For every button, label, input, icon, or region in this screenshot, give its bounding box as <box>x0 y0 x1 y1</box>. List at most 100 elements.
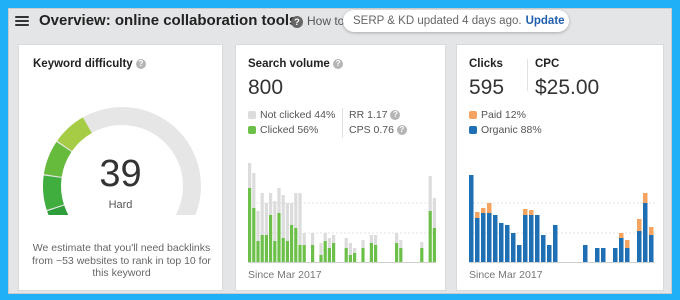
bar-organic[interactable] <box>499 223 504 263</box>
bar-clicked[interactable] <box>374 245 378 263</box>
bar-clicked[interactable] <box>281 238 285 263</box>
bar-not-clicked[interactable] <box>344 238 348 248</box>
bar-organic[interactable] <box>487 213 492 263</box>
bar-organic[interactable] <box>643 203 648 263</box>
bar-organic[interactable] <box>601 248 606 263</box>
bar-clicked[interactable] <box>361 248 365 263</box>
bar-paid[interactable] <box>475 212 480 218</box>
bar-not-clicked[interactable] <box>281 195 285 238</box>
bar-organic[interactable] <box>517 245 522 263</box>
bar-not-clicked[interactable] <box>252 173 256 208</box>
bar-not-clicked[interactable] <box>260 193 264 235</box>
bar-organic[interactable] <box>469 175 474 263</box>
bar-not-clicked[interactable] <box>319 243 323 255</box>
bar-paid[interactable] <box>529 210 534 215</box>
bar-clicked[interactable] <box>395 243 399 263</box>
bar-not-clicked[interactable] <box>311 233 315 245</box>
help-icon[interactable]: ? <box>135 58 146 69</box>
bar-organic[interactable] <box>637 231 642 263</box>
help-icon[interactable]: ? <box>396 125 407 136</box>
bar-not-clicked[interactable] <box>298 193 302 245</box>
bar-organic[interactable] <box>511 233 516 263</box>
bar-organic[interactable] <box>475 218 480 263</box>
bar-not-clicked[interactable] <box>264 203 268 235</box>
bar-not-clicked[interactable] <box>420 242 424 248</box>
bar-not-clicked[interactable] <box>332 235 336 243</box>
bar-not-clicked[interactable] <box>432 198 436 228</box>
bar-paid[interactable] <box>619 233 624 238</box>
bar-clicked[interactable] <box>269 215 273 263</box>
bar-clicked[interactable] <box>323 241 327 263</box>
bar-paid[interactable] <box>625 240 630 248</box>
help-icon[interactable]: ? <box>390 110 401 121</box>
menu-icon[interactable] <box>15 14 29 28</box>
bar-paid[interactable] <box>637 219 642 231</box>
bar-organic[interactable] <box>619 238 624 263</box>
bar-not-clicked[interactable] <box>369 235 373 243</box>
bar-not-clicked[interactable] <box>399 240 403 248</box>
bar-clicked[interactable] <box>290 225 294 263</box>
bar-not-clicked[interactable] <box>374 235 378 245</box>
bar-not-clicked[interactable] <box>428 176 432 211</box>
bar-organic[interactable] <box>535 215 540 263</box>
bar-not-clicked[interactable] <box>395 233 399 243</box>
bar-organic[interactable] <box>541 235 546 263</box>
bar-organic[interactable] <box>583 245 588 263</box>
bar-clicked[interactable] <box>252 208 256 263</box>
bar-clicked[interactable] <box>273 241 277 263</box>
bar-not-clicked[interactable] <box>348 243 352 255</box>
bar-organic[interactable] <box>481 213 486 263</box>
bar-not-clicked[interactable] <box>361 240 365 248</box>
bar-not-clicked[interactable] <box>323 233 327 241</box>
bar-clicked[interactable] <box>311 245 315 263</box>
bar-clicked[interactable] <box>332 243 336 263</box>
bar-not-clicked[interactable] <box>294 193 298 228</box>
how-to-link[interactable]: ? How to <box>291 14 344 28</box>
bar-paid[interactable] <box>649 227 654 235</box>
bar-clicked[interactable] <box>369 243 373 263</box>
bar-organic[interactable] <box>649 235 654 263</box>
bar-paid[interactable] <box>481 208 486 213</box>
bar-clicked[interactable] <box>353 253 357 263</box>
bar-clicked[interactable] <box>260 235 264 263</box>
bar-not-clicked[interactable] <box>327 238 331 248</box>
bar-clicked[interactable] <box>285 241 289 263</box>
bar-clicked[interactable] <box>248 188 252 263</box>
bar-not-clicked[interactable] <box>256 211 260 241</box>
bar-organic[interactable] <box>523 215 528 263</box>
bar-not-clicked[interactable] <box>248 163 252 188</box>
bar-organic[interactable] <box>595 248 600 263</box>
bar-paid[interactable] <box>487 203 492 213</box>
bar-organic[interactable] <box>553 225 558 263</box>
bar-clicked[interactable] <box>399 248 403 263</box>
bar-organic[interactable] <box>625 248 630 263</box>
bar-not-clicked[interactable] <box>273 201 277 241</box>
bar-not-clicked[interactable] <box>269 193 273 215</box>
bar-clicked[interactable] <box>327 248 331 263</box>
bar-clicked[interactable] <box>294 228 298 263</box>
bar-clicked[interactable] <box>277 213 281 263</box>
bar-organic[interactable] <box>529 215 534 263</box>
help-icon[interactable]: ? <box>333 58 344 69</box>
bar-organic[interactable] <box>613 248 618 263</box>
bar-not-clicked[interactable] <box>285 203 289 241</box>
bar-clicked[interactable] <box>348 255 352 263</box>
update-link[interactable]: Update <box>526 15 565 27</box>
bar-organic[interactable] <box>505 225 510 263</box>
bar-not-clicked[interactable] <box>353 248 357 253</box>
bar-clicked[interactable] <box>432 228 436 263</box>
bar-clicked[interactable] <box>256 241 260 263</box>
bar-not-clicked[interactable] <box>290 203 294 225</box>
bar-paid[interactable] <box>643 193 648 203</box>
bar-clicked[interactable] <box>420 248 424 263</box>
bar-clicked[interactable] <box>319 255 323 263</box>
bar-clicked[interactable] <box>428 211 432 263</box>
bar-organic[interactable] <box>547 245 552 263</box>
bar-paid[interactable] <box>523 209 528 215</box>
bar-not-clicked[interactable] <box>302 233 306 245</box>
bar-clicked[interactable] <box>344 248 348 263</box>
bar-clicked[interactable] <box>298 245 302 263</box>
bar-not-clicked[interactable] <box>277 188 281 213</box>
bar-organic[interactable] <box>493 215 498 263</box>
bar-clicked[interactable] <box>264 235 268 263</box>
